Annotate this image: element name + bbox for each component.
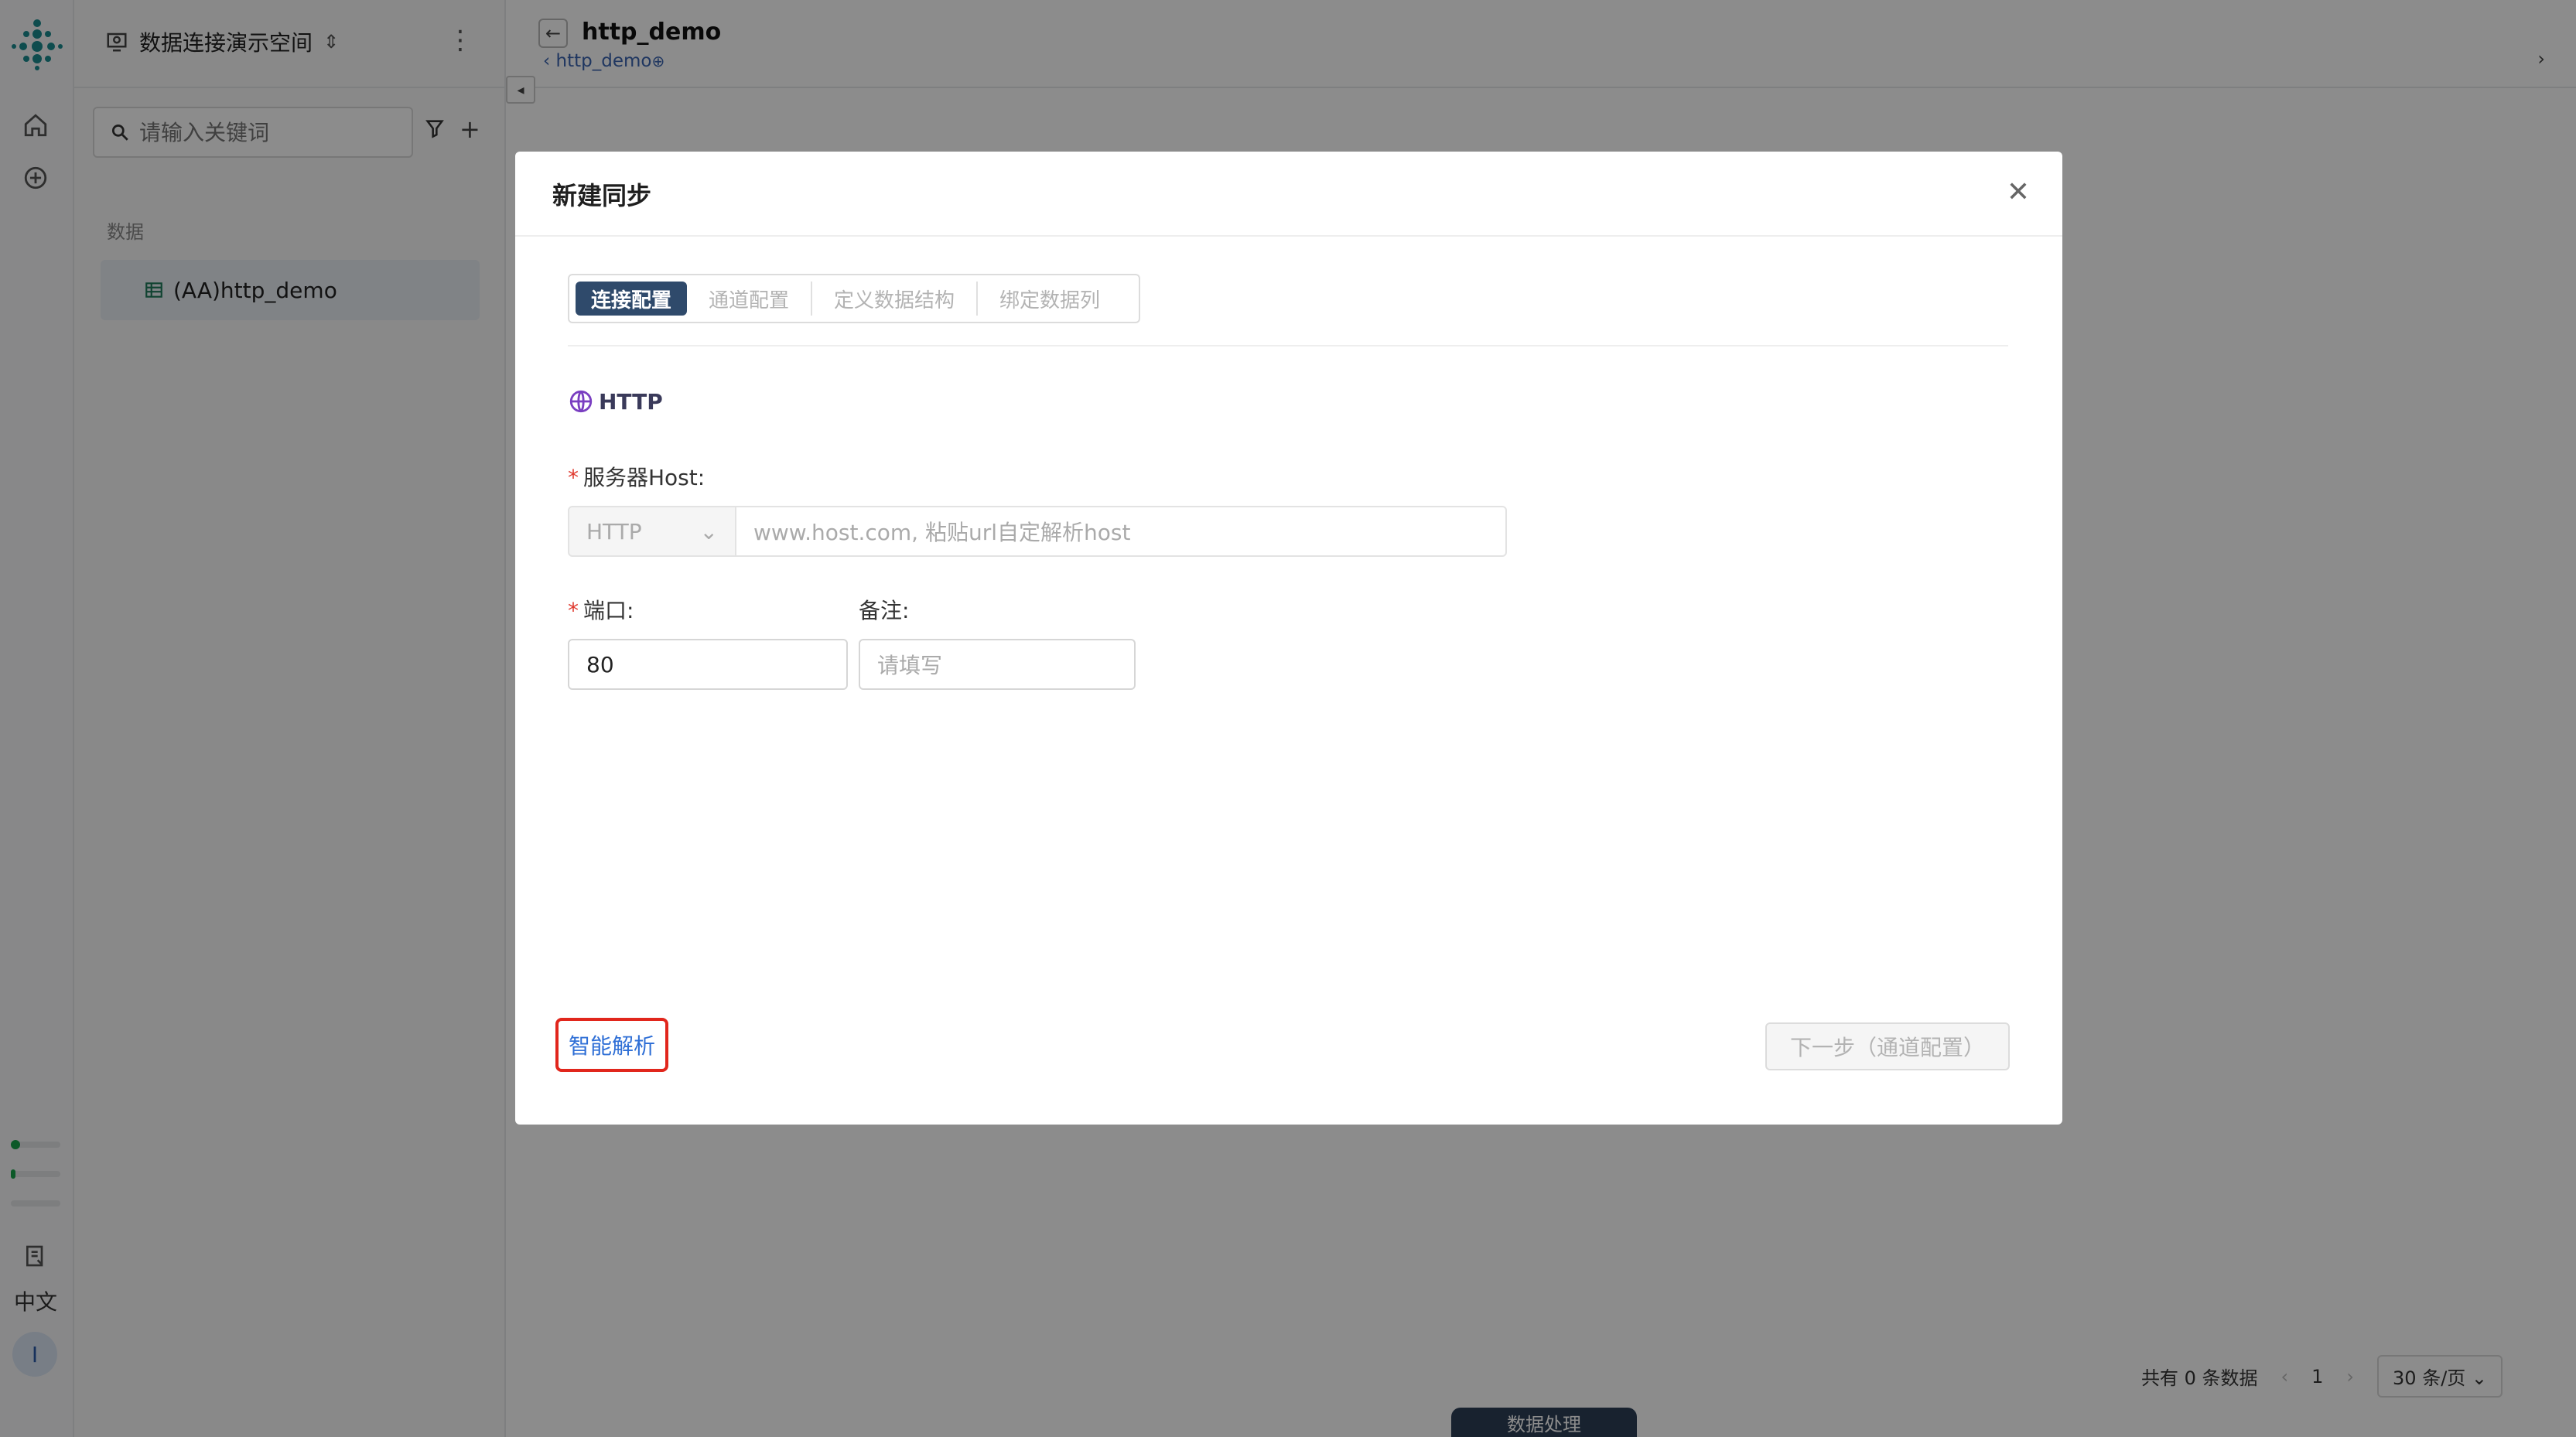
new-sync-dialog: 新建同步 ✕ 连接配置 通道配置 定义数据结构 绑定数据列 HTTP * 服务器H… [515, 152, 2062, 1125]
divider [568, 345, 2008, 346]
chevron-down-icon: ⌄ [699, 518, 718, 544]
step-tabs: 连接配置 通道配置 定义数据结构 绑定数据列 [568, 274, 1140, 323]
note-input[interactable]: 请填写 [859, 639, 1136, 690]
step-connection-config[interactable]: 连接配置 [576, 282, 688, 316]
port-label-text: 端口: [583, 598, 634, 623]
dialog-title: 新建同步 [552, 181, 652, 210]
host-input[interactable]: www.host.com, 粘贴url自定解析host [736, 506, 1507, 557]
host-label: * 服务器Host: [568, 465, 705, 490]
close-icon[interactable]: ✕ [2007, 176, 2030, 208]
next-step-button[interactable]: 下一步（通道配置） [1765, 1022, 2010, 1070]
scheme-select[interactable]: HTTP ⌄ [568, 506, 736, 557]
step-define-schema[interactable]: 定义数据结构 [811, 282, 976, 316]
divider [515, 235, 2062, 237]
port-input[interactable]: 80 [568, 639, 848, 690]
smart-parse-button[interactable]: 智能解析 [555, 1018, 668, 1072]
http-globe-icon [569, 390, 593, 413]
protocol-name: HTTP [599, 388, 663, 415]
port-label: * 端口: [568, 598, 634, 623]
host-label-text: 服务器Host: [583, 465, 705, 490]
host-field: HTTP ⌄ www.host.com, 粘贴url自定解析host [568, 506, 1507, 557]
step-channel-config[interactable]: 通道配置 [687, 282, 811, 316]
note-label: 备注: [859, 598, 910, 623]
scheme-value: HTTP [586, 518, 642, 544]
step-bind-columns[interactable]: 绑定数据列 [976, 282, 1122, 316]
protocol-header: HTTP [568, 388, 663, 415]
